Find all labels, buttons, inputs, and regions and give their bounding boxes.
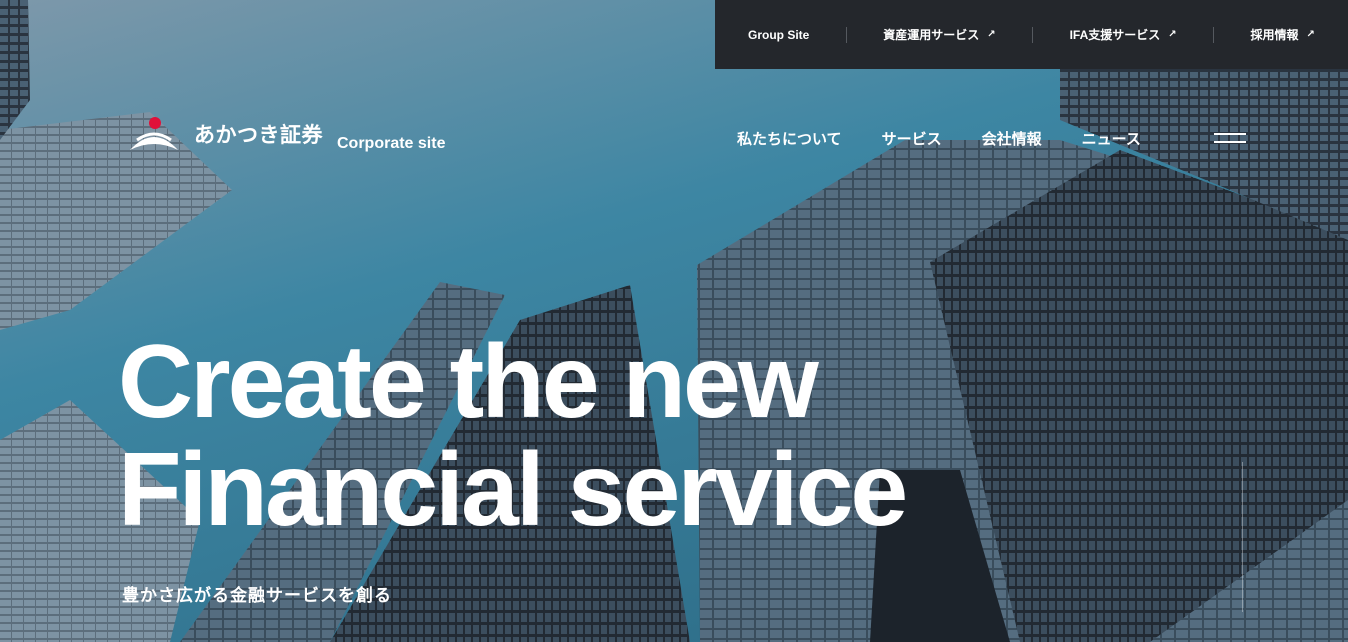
recruit-label: 採用情報 [1250,28,1299,42]
brand-name: あかつき証券 [194,124,323,147]
main-navigation: 私たちについて サービス 会社情報 ニュース [737,128,1181,149]
external-link-icon: ↗ [1306,29,1315,40]
decorative-divider [1242,462,1243,612]
external-link-icon: ↗ [987,29,996,40]
group-site-label: Group Site [748,27,810,42]
ifa-support-label: IFA支援サービス [1069,28,1161,42]
topbar-divider [1032,26,1034,43]
headline-line-1: Create the new [118,324,819,440]
asset-management-link[interactable]: 資産運用サービス ↗ [883,26,995,43]
group-site-link[interactable]: Group Site [748,28,809,42]
nav-news[interactable]: ニュース [1082,128,1141,149]
hamburger-menu-icon[interactable] [1214,130,1246,146]
nav-company[interactable]: 会社情報 [982,128,1042,149]
headline-line-2: Financial service [118,432,908,548]
site-logo[interactable]: あかつき証券 Corporate site [128,116,445,152]
corporate-site-label: Corporate site [337,135,446,152]
nav-services[interactable]: サービス [882,128,942,149]
topbar-divider [845,26,847,43]
hero-tagline: 豊かさ広がる金融サービスを創る [122,586,392,605]
nav-about[interactable]: 私たちについて [737,128,842,149]
top-utility-bar: Group Site 資産運用サービス ↗ IFA支援サービス ↗ 採用情報 ↗ [715,0,1348,69]
recruit-link[interactable]: 採用情報 ↗ [1251,26,1315,43]
hero-headline: Create the new Financial service [118,324,908,548]
sunrise-logo-icon [128,116,180,152]
topbar-divider [1213,26,1215,43]
asset-management-label: 資産運用サービス [883,28,980,42]
external-link-icon: ↗ [1168,29,1177,40]
ifa-support-link[interactable]: IFA支援サービス ↗ [1070,26,1177,43]
